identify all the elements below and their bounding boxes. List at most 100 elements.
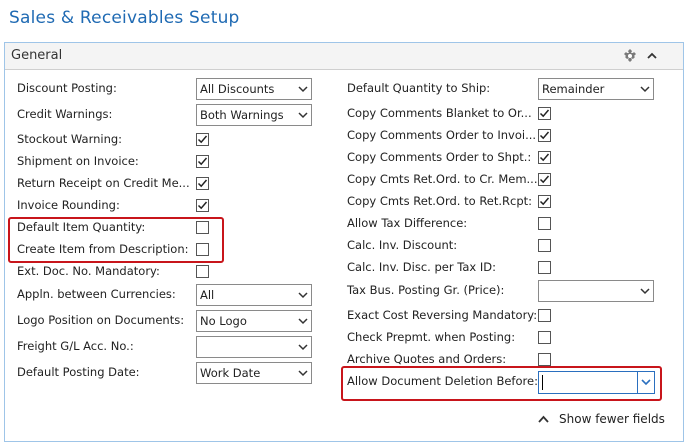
chevron-down-icon xyxy=(641,379,651,386)
chevron-down-icon xyxy=(298,292,308,299)
copy-comments-blanket-to-or-checkbox[interactable] xyxy=(538,107,551,120)
field-label: Copy Comments Order to Invoi... xyxy=(347,128,537,142)
exact-cost-reversing-mandatory-checkbox[interactable] xyxy=(538,309,551,322)
field-row-calc-inv-disc-per-tax-id: Calc. Inv. Disc. per Tax ID: xyxy=(347,257,657,279)
checkmark-icon xyxy=(197,157,208,166)
field-row-return-receipt-on-credit-me: Return Receipt on Credit Me... xyxy=(17,173,317,195)
field-label: Create Item from Description: xyxy=(17,242,189,256)
select-value: Both Warnings xyxy=(200,108,284,122)
field-row-tax-bus-posting-gr-price: Tax Bus. Posting Gr. (Price): xyxy=(347,280,657,302)
field-row-default-item-quantity: Default Item Quantity: xyxy=(17,217,317,239)
ext-doc-no-mandatory-checkbox[interactable] xyxy=(196,265,209,278)
credit-warnings-select[interactable]: Both Warnings xyxy=(196,104,312,126)
select-value: Remainder xyxy=(542,82,605,96)
calc-inv-discount-checkbox[interactable] xyxy=(538,239,551,252)
shipment-on-invoice-checkbox[interactable] xyxy=(196,155,209,168)
field-row-ext-doc-no-mandatory: Ext. Doc. No. Mandatory: xyxy=(17,261,317,283)
field-label: Calc. Inv. Disc. per Tax ID: xyxy=(347,260,496,274)
field-label: Stockout Warning: xyxy=(17,132,123,146)
stockout-warning-checkbox[interactable] xyxy=(196,133,209,146)
dropdown-button[interactable] xyxy=(637,372,654,393)
checkmark-icon xyxy=(539,153,550,162)
field-row-calc-inv-discount: Calc. Inv. Discount: xyxy=(347,235,657,257)
field-row-freight-g-l-acc-no: Freight G/L Acc. No.: xyxy=(17,336,317,358)
field-label: Return Receipt on Credit Me... xyxy=(17,176,190,190)
allow-document-deletion-before-input[interactable] xyxy=(538,371,655,394)
logo-position-on-documents-select[interactable]: No Logo xyxy=(196,310,312,332)
field-label: Default Item Quantity: xyxy=(17,220,146,234)
copy-comments-order-to-invoi-checkbox[interactable] xyxy=(538,129,551,142)
select-value: No Logo xyxy=(200,314,247,328)
field-row-appln-between-currencies: Appln. between Currencies: All xyxy=(17,284,317,306)
field-row-copy-comments-blanket-to-or: Copy Comments Blanket to Or... xyxy=(347,103,657,125)
select-value: All xyxy=(200,288,215,302)
checkmark-icon xyxy=(539,197,550,206)
appln-between-currencies-select[interactable]: All xyxy=(196,284,312,306)
chevron-down-icon xyxy=(298,344,308,351)
panel-header[interactable]: General xyxy=(5,43,683,70)
field-row-default-quantity-to-ship: Default Quantity to Ship: Remainder xyxy=(347,78,657,100)
field-label: Logo Position on Documents: xyxy=(17,313,185,327)
chevron-down-icon xyxy=(298,112,308,119)
discount-posting-select[interactable]: All Discounts xyxy=(196,78,312,100)
field-label: Default Posting Date: xyxy=(17,365,140,379)
field-row-default-posting-date: Default Posting Date: Work Date xyxy=(17,362,317,384)
field-label: Copy Cmts Ret.Ord. to Ret.Rcpt: xyxy=(347,194,533,208)
tax-bus-posting-gr-price-select[interactable] xyxy=(538,280,654,302)
field-row-shipment-on-invoice: Shipment on Invoice: xyxy=(17,151,317,173)
field-label: Copy Cmts Ret.Ord. to Cr. Mem... xyxy=(347,172,538,186)
allow-tax-difference-checkbox[interactable] xyxy=(538,217,551,230)
field-label: Default Quantity to Ship: xyxy=(347,81,491,95)
default-quantity-to-ship-select[interactable]: Remainder xyxy=(538,78,654,100)
field-label: Shipment on Invoice: xyxy=(17,154,139,168)
field-label: Tax Bus. Posting Gr. (Price): xyxy=(347,283,505,297)
field-row-allow-document-deletion-before: Allow Document Deletion Before: xyxy=(347,371,657,394)
chevron-up-icon[interactable] xyxy=(645,49,659,63)
field-row-invoice-rounding: Invoice Rounding: xyxy=(17,195,317,217)
default-item-quantity-checkbox[interactable] xyxy=(196,221,209,234)
calc-inv-disc-per-tax-id-checkbox[interactable] xyxy=(538,261,551,274)
field-label: Ext. Doc. No. Mandatory: xyxy=(17,264,160,278)
field-row-exact-cost-reversing-mandatory: Exact Cost Reversing Mandatory: xyxy=(347,305,657,327)
checkmark-icon xyxy=(539,175,550,184)
text-cursor xyxy=(542,375,543,390)
field-row-check-prepmt-when-posting: Check Prepmt. when Posting: xyxy=(347,327,657,349)
field-row-copy-comments-order-to-shpt: Copy Comments Order to Shpt.: xyxy=(347,147,657,169)
checkmark-icon xyxy=(539,109,550,118)
puzzle-icon[interactable] xyxy=(621,47,639,65)
page-title: Sales & Receivables Setup xyxy=(9,8,240,28)
panel-title: General xyxy=(11,48,63,63)
field-label: Allow Document Deletion Before: xyxy=(347,374,538,388)
field-label: Appln. between Currencies: xyxy=(17,287,176,301)
field-row-credit-warnings: Credit Warnings: Both Warnings xyxy=(17,104,317,126)
copy-cmts-ret-ord-to-cr-mem-checkbox[interactable] xyxy=(538,173,551,186)
create-item-from-description-checkbox[interactable] xyxy=(196,243,209,256)
archive-quotes-and-orders-checkbox[interactable] xyxy=(538,353,551,366)
field-row-copy-comments-order-to-invoi: Copy Comments Order to Invoi... xyxy=(347,125,657,147)
copy-cmts-ret-ord-to-ret-rcpt-checkbox[interactable] xyxy=(538,195,551,208)
field-label: Archive Quotes and Orders: xyxy=(347,352,507,366)
show-fewer-fields-link[interactable]: Show fewer fields xyxy=(538,412,665,426)
chevron-down-icon xyxy=(298,370,308,377)
invoice-rounding-checkbox[interactable] xyxy=(196,199,209,212)
freight-g-l-acc-no-select[interactable] xyxy=(196,336,312,358)
field-row-logo-position-on-documents: Logo Position on Documents: No Logo xyxy=(17,310,317,332)
checkmark-icon xyxy=(197,179,208,188)
field-row-stockout-warning: Stockout Warning: xyxy=(17,129,317,151)
show-fewer-label: Show fewer fields xyxy=(559,412,665,426)
field-label: Calc. Inv. Discount: xyxy=(347,238,458,252)
chevron-down-icon xyxy=(298,86,308,93)
field-row-discount-posting: Discount Posting: All Discounts xyxy=(17,78,317,100)
select-value: Work Date xyxy=(200,366,261,380)
checkmark-icon xyxy=(197,135,208,144)
field-row-create-item-from-description: Create Item from Description: xyxy=(17,239,317,261)
default-posting-date-select[interactable]: Work Date xyxy=(196,362,312,384)
checkmark-icon xyxy=(197,201,208,210)
field-row-copy-cmts-ret-ord-to-cr-mem: Copy Cmts Ret.Ord. to Cr. Mem... xyxy=(347,169,657,191)
copy-comments-order-to-shpt-checkbox[interactable] xyxy=(538,151,551,164)
field-label: Copy Comments Order to Shpt.: xyxy=(347,150,532,164)
field-row-archive-quotes-and-orders: Archive Quotes and Orders: xyxy=(347,349,657,371)
check-prepmt-when-posting-checkbox[interactable] xyxy=(538,331,551,344)
return-receipt-on-credit-me-checkbox[interactable] xyxy=(196,177,209,190)
field-label: Freight G/L Acc. No.: xyxy=(17,339,134,353)
